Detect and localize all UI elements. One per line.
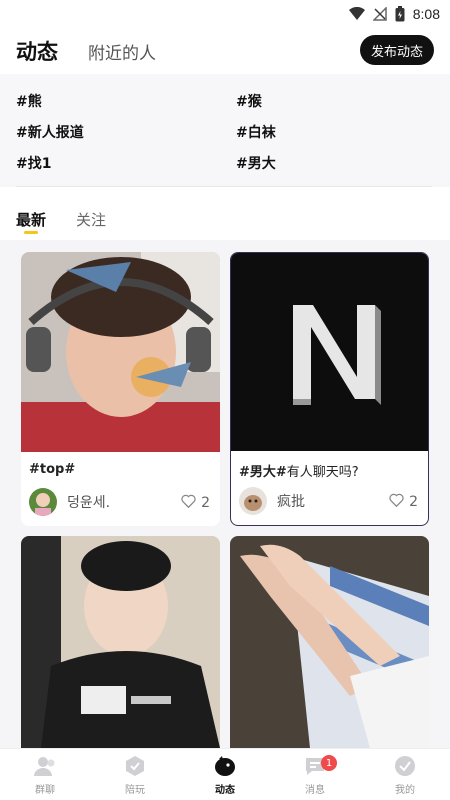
post-card[interactable]: #top# 덩윤세. 2 — [21, 252, 220, 526]
like-button[interactable]: 2 — [181, 494, 210, 512]
heart-icon — [181, 494, 196, 512]
post-tags: #top# — [29, 462, 75, 477]
post-tag[interactable]: #男大# — [239, 465, 287, 480]
publish-post-button[interactable]: 发布动态 — [359, 35, 434, 65]
tab-latest[interactable]: 最新 — [16, 209, 46, 230]
battery-icon — [395, 6, 405, 22]
wifi-icon — [348, 7, 365, 21]
topic-tag[interactable]: #白袜 — [236, 122, 276, 142]
like-count: 2 — [409, 494, 418, 510]
avatar[interactable] — [29, 488, 57, 516]
post-card[interactable]: #男大#有人聊天吗? 疯批 2 — [230, 252, 429, 526]
topic-tag[interactable]: #找1 — [16, 153, 51, 173]
post-card[interactable] — [21, 536, 220, 748]
like-button[interactable]: 2 — [389, 493, 418, 511]
nav-label: 动态 — [215, 785, 235, 796]
nav-item-play-companion[interactable]: 陪玩 — [90, 749, 180, 800]
feed-tabs: 最新 关注 — [0, 200, 450, 240]
hot-topics: #熊 #猴 #新人报道 #白袜 #找1 #男大 — [0, 74, 450, 187]
author-name[interactable]: 疯批 — [277, 491, 305, 511]
tab-nearby-people[interactable]: 附近的人 — [88, 39, 156, 64]
topic-tag[interactable]: #猴 — [236, 91, 262, 111]
no-signal-icon — [372, 7, 387, 21]
topic-tag[interactable]: #新人报道 — [16, 122, 84, 142]
unread-badge: 1 — [321, 755, 337, 771]
post-image[interactable] — [230, 536, 429, 748]
moments-icon — [212, 753, 238, 779]
top-header: 动态 附近的人 发布动态 — [0, 28, 450, 74]
divider — [16, 186, 432, 187]
tab-indicator — [24, 231, 38, 234]
post-image[interactable] — [21, 252, 220, 452]
status-time: 8:08 — [412, 6, 440, 22]
post-author[interactable]: 疯批 — [239, 487, 305, 515]
nav-item-moments[interactable]: 动态 — [180, 749, 270, 800]
post-card[interactable] — [230, 536, 429, 748]
nav-item-profile[interactable]: 我的 — [360, 749, 450, 800]
people-icon — [32, 753, 58, 779]
nav-item-messages[interactable]: 1 消息 — [270, 749, 360, 800]
play-companion-icon — [122, 753, 148, 779]
status-bar: 8:08 — [0, 0, 450, 28]
post-tags: #男大#有人聊天吗? — [239, 461, 359, 480]
nav-label: 消息 — [305, 785, 325, 796]
author-name[interactable]: 덩윤세. — [67, 492, 110, 512]
post-author[interactable]: 덩윤세. — [29, 488, 110, 516]
nav-label: 群聊 — [35, 785, 55, 796]
bottom-nav: 群聊 陪玩 动态 1 消息 我的 — [0, 748, 450, 800]
tab-moments[interactable]: 动态 — [16, 36, 58, 66]
post-text: 有人聊天吗? — [286, 465, 359, 480]
post-tag[interactable]: #top# — [29, 462, 75, 477]
post-feed[interactable]: #top# 덩윤세. 2 #男大#有人聊天吗? 疯批 2 — [0, 240, 450, 748]
post-image[interactable] — [21, 536, 220, 748]
avatar[interactable] — [239, 487, 267, 515]
nav-label: 陪玩 — [125, 785, 145, 796]
topic-tag[interactable]: #熊 — [16, 91, 42, 111]
tab-following[interactable]: 关注 — [76, 209, 106, 230]
like-count: 2 — [201, 495, 210, 511]
post-image[interactable] — [231, 253, 428, 451]
nav-item-group-chat[interactable]: 群聊 — [0, 749, 90, 800]
heart-icon — [389, 493, 404, 511]
profile-icon — [392, 753, 418, 779]
topic-tag[interactable]: #男大 — [236, 153, 276, 173]
nav-label: 我的 — [395, 785, 415, 796]
